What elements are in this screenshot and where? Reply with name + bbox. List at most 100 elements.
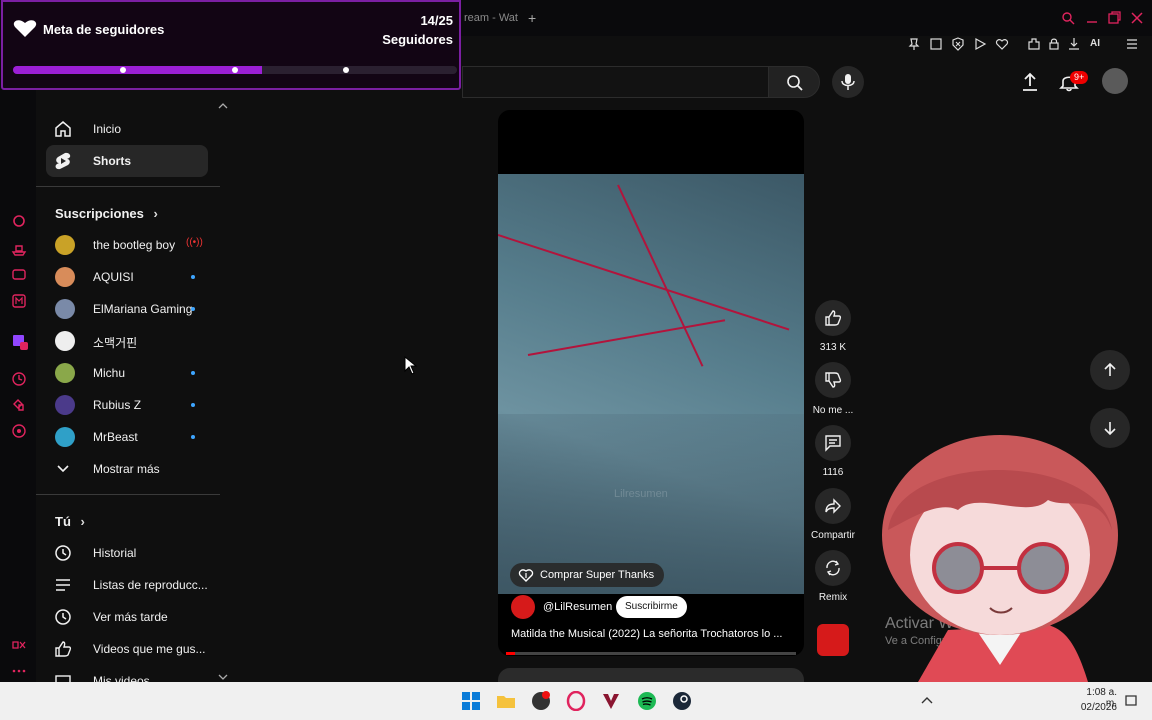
notifications-badge: 9+ xyxy=(1070,71,1089,84)
taskbar: 1:08 a. m. 02/2026 xyxy=(0,682,1152,720)
remix-label: Remix xyxy=(818,592,848,603)
sidebar-item-somaek-geopin[interactable]: 소맥거핀 xyxy=(46,325,208,357)
sidebar-item-playlists[interactable]: Listas de reproducc... xyxy=(46,569,208,601)
sidebar-item-label: Michu xyxy=(93,366,126,380)
notification-center-icon[interactable] xyxy=(1124,691,1144,711)
download-icon[interactable] xyxy=(1066,36,1082,52)
comments-button[interactable] xyxy=(815,425,851,461)
sidebar-item-elmariana-gaming[interactable]: ElMariana Gaming xyxy=(46,293,208,325)
playlist-icon xyxy=(56,579,70,591)
short-title[interactable]: Matilda the Musical (2022) La señorita T… xyxy=(511,628,797,640)
short-video-frame[interactable]: Lilresumen xyxy=(498,174,804,594)
sidebar-item-label: Rubius Z xyxy=(93,398,142,412)
sidebar-item-label: ElMariana Gaming xyxy=(93,302,193,316)
pin-icon[interactable] xyxy=(906,36,922,52)
opera-gx-icon[interactable] xyxy=(566,691,586,711)
super-thanks-label: Comprar Super Thanks xyxy=(540,569,655,581)
you-heading[interactable]: Tú › xyxy=(55,514,85,529)
sidebar-item-rubius-z[interactable]: Rubius Z xyxy=(46,389,208,421)
twitch-icon[interactable] xyxy=(10,332,28,350)
short-progress-bar[interactable] xyxy=(506,652,796,655)
search-tabs-icon[interactable] xyxy=(1060,10,1076,26)
puzzle-icon[interactable] xyxy=(1026,36,1042,52)
scroll-up-icon[interactable] xyxy=(218,102,228,110)
windows-start-icon[interactable] xyxy=(461,691,481,711)
avatar[interactable] xyxy=(1102,68,1128,94)
sidebar-item-inicio[interactable]: Inicio xyxy=(46,113,208,145)
file-explorer-icon[interactable] xyxy=(496,691,516,711)
chevron-up-icon[interactable] xyxy=(920,691,940,711)
voice-search-button[interactable] xyxy=(832,66,864,98)
sidebar-item-label: Inicio xyxy=(93,122,122,136)
previous-short-button[interactable] xyxy=(1090,350,1130,390)
thumbs-up-icon xyxy=(825,310,842,326)
close-icon[interactable] xyxy=(1129,10,1145,26)
sidebar-item-the-bootleg-boy[interactable]: the bootleg boy ((•)) xyxy=(46,229,208,261)
sidebar-item-my-videos[interactable]: Mis videos xyxy=(46,665,208,682)
lock-icon[interactable] xyxy=(1046,36,1062,52)
maximize-icon[interactable] xyxy=(1106,10,1122,26)
dislike-button[interactable] xyxy=(815,362,851,398)
browser-tab-title[interactable]: ream - Wat xyxy=(464,12,518,24)
sidebar-item-historial[interactable]: Historial xyxy=(46,537,208,569)
search-input[interactable] xyxy=(462,66,768,98)
super-thanks-button[interactable]: Comprar Super Thanks xyxy=(510,563,665,587)
sidebar-item-label: 소맥거핀 xyxy=(93,336,138,350)
fabric-seam xyxy=(498,234,790,331)
ai-button[interactable]: AI xyxy=(1090,36,1120,52)
subscriptions-heading[interactable]: Suscripciones › xyxy=(55,206,158,221)
sidebar-item-michu[interactable]: Michu xyxy=(46,357,208,389)
scroll-down-icon[interactable] xyxy=(218,673,228,681)
new-tab-button[interactable]: + xyxy=(528,10,536,26)
snapshot-icon[interactable] xyxy=(928,36,944,52)
search-button[interactable] xyxy=(768,66,820,98)
subscriptions-title: Suscripciones xyxy=(55,206,144,221)
sidebar-item-aquisi[interactable]: AQUISI xyxy=(46,261,208,293)
channel-avatar[interactable] xyxy=(511,595,535,619)
menu-icon[interactable] xyxy=(1124,36,1140,52)
share-button[interactable] xyxy=(815,488,851,524)
show-more-label: Mostrar más xyxy=(93,462,160,476)
spotify-icon[interactable] xyxy=(637,691,657,711)
goal-milestone xyxy=(232,67,238,73)
adblock-icon[interactable] xyxy=(950,36,966,52)
next-short-preview[interactable] xyxy=(498,668,804,682)
fabric-seam xyxy=(617,184,704,367)
steam-icon[interactable] xyxy=(672,691,692,711)
like-button[interactable] xyxy=(815,300,851,336)
sidebar: Inicio Shorts Suscripciones › the bootle… xyxy=(36,100,228,682)
like-count: 313 K xyxy=(819,342,847,353)
sidebar-item-mrbeast[interactable]: MrBeast xyxy=(46,421,208,453)
new-content-dot xyxy=(191,403,195,407)
sidebar-item-shorts[interactable]: Shorts xyxy=(46,145,208,177)
minimize-icon[interactable] xyxy=(1084,10,1100,26)
sidebar-item-label: AQUISI xyxy=(93,270,134,284)
gx-logo-icon[interactable] xyxy=(10,636,28,654)
messenger-icon[interactable] xyxy=(10,266,28,284)
player-icon[interactable] xyxy=(972,36,988,52)
upload-icon[interactable] xyxy=(1021,72,1039,92)
heart-icon[interactable] xyxy=(994,36,1010,52)
sidebar-item-liked-videos[interactable]: Videos que me gus... xyxy=(46,633,208,665)
clock-icon xyxy=(55,609,71,625)
show-more-button[interactable]: Mostrar más xyxy=(46,453,208,485)
clock-icon[interactable] xyxy=(10,370,28,388)
heart-hands-icon xyxy=(13,20,37,37)
channel-name[interactable]: @LilResumen xyxy=(543,601,612,613)
follower-goal-widget: Meta de seguidores 14/25 Seguidores xyxy=(1,0,461,90)
extensions-icon[interactable] xyxy=(10,396,28,414)
settings-icon[interactable] xyxy=(10,422,28,440)
obs-icon[interactable] xyxy=(531,691,551,711)
clock-date[interactable]: 02/2026 xyxy=(1075,702,1117,713)
video-watermark: Lilresumen xyxy=(614,488,668,500)
m-app-icon[interactable] xyxy=(10,292,28,310)
more-icon[interactable] xyxy=(10,662,28,680)
history-icon[interactable] xyxy=(10,212,28,230)
remix-button[interactable] xyxy=(815,550,851,586)
subscribe-button[interactable]: Suscribirme xyxy=(616,596,687,618)
ship-icon[interactable] xyxy=(10,240,28,258)
shorts-player[interactable]: Lilresumen Comprar Super Thanks @LilResu… xyxy=(498,110,804,656)
audio-thumbnail[interactable] xyxy=(817,624,849,656)
vtube-studio-icon[interactable] xyxy=(601,691,621,711)
sidebar-item-watch-later[interactable]: Ver más tarde xyxy=(46,601,208,633)
